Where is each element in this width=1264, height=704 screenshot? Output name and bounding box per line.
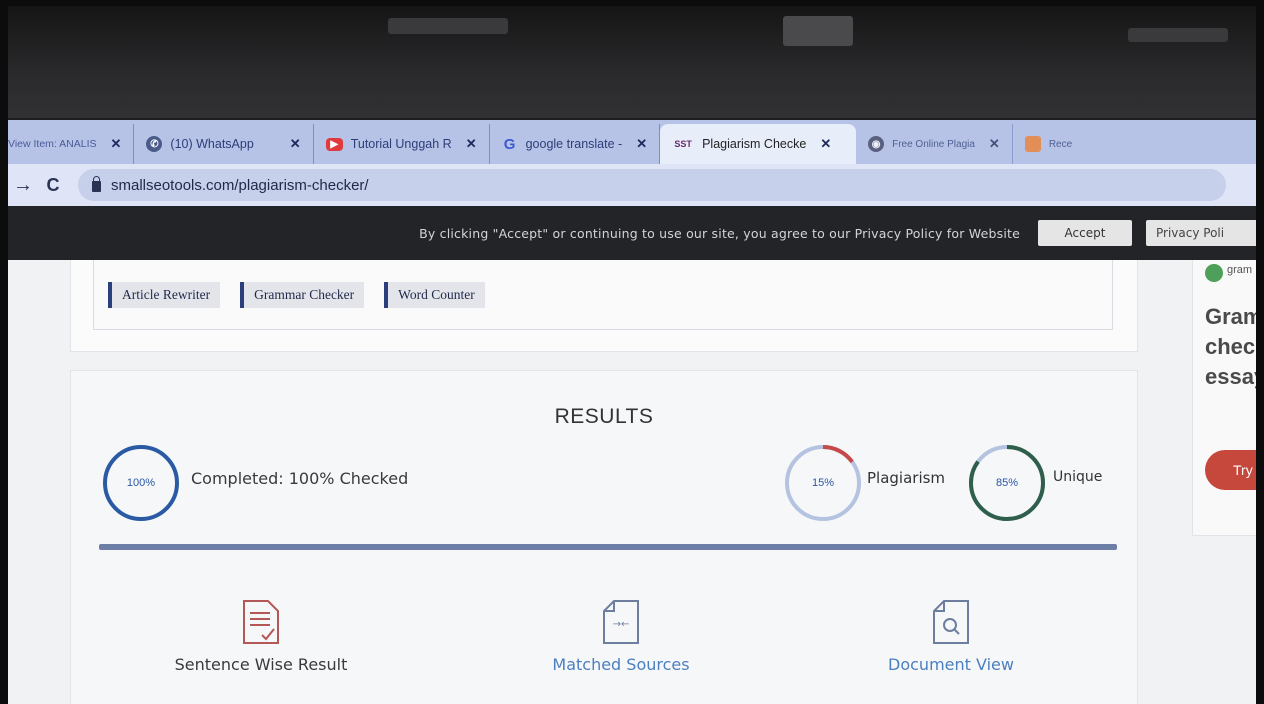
action-label: Document View <box>888 655 1014 674</box>
svg-text:→←: →← <box>613 619 630 630</box>
sentence-report-icon <box>243 600 279 644</box>
close-icon[interactable]: ✕ <box>290 136 301 152</box>
ad-headline-line: check <box>1205 334 1256 359</box>
related-tools-card: Article Rewriter Grammar Checker Word Co… <box>70 260 1138 352</box>
word-counter-link[interactable]: Word Counter <box>384 281 485 308</box>
tab-label: google translate - <box>525 137 623 151</box>
tab-rece[interactable]: Rece <box>1013 124 1084 164</box>
plagiarism-percent: 15% <box>811 477 835 489</box>
plagiarism-label: Plagiarism <box>867 469 946 487</box>
overall-progress-bar <box>99 544 1117 550</box>
tab-label: Plagiarism Checke <box>702 137 807 151</box>
close-icon[interactable]: ✕ <box>820 136 831 152</box>
cookie-banner: By clicking "Accept" or continuing to us… <box>8 206 1256 260</box>
tab-label: Tutorial Unggah R <box>350 137 452 151</box>
completed-percent: 100% <box>126 477 156 489</box>
matched-sources-icon: →← <box>603 600 639 644</box>
lock-icon <box>92 175 101 192</box>
privacy-policy-button[interactable]: Privacy Poli <box>1146 220 1256 246</box>
url-input[interactable]: smallseotools.com/plagiarism-checker/ <box>78 169 1226 201</box>
tab-whatsapp[interactable]: ✆ (10) WhatsApp ✕ <box>134 124 314 164</box>
tab-plagiarism-checker[interactable]: SST Plagiarism Checke ✕ <box>660 124 857 164</box>
ad-headline-line: Gramr <box>1205 304 1256 329</box>
globe-icon: ◉ <box>868 136 885 152</box>
action-label: Sentence Wise Result <box>174 655 348 674</box>
reload-icon[interactable]: C <box>38 175 68 196</box>
close-icon[interactable]: ✕ <box>111 136 122 152</box>
page-content: Article Rewriter Grammar Checker Word Co… <box>8 260 1256 704</box>
grammarly-logo-icon <box>1205 264 1223 282</box>
url-text: smallseotools.com/plagiarism-checker/ <box>111 176 369 194</box>
tab-google-translate[interactable]: G google translate - ✕ <box>490 124 661 164</box>
browser-tab-strip: View Item: ANALIS ✕ ✆ (10) WhatsApp ✕ ▶ … <box>8 120 1256 164</box>
action-label: Matched Sources <box>552 655 690 674</box>
tab-label: (10) WhatsApp <box>170 137 254 151</box>
close-icon[interactable]: ✕ <box>989 136 1000 152</box>
tab-label: View Item: ANALIS <box>8 138 97 150</box>
try-button[interactable]: Try <box>1205 450 1256 490</box>
address-bar: → C smallseotools.com/plagiarism-checker… <box>8 164 1256 206</box>
matched-sources-button[interactable]: →← Matched Sources <box>501 599 741 675</box>
forward-arrow-icon[interactable]: → <box>8 174 38 197</box>
screen: View Item: ANALIS ✕ ✆ (10) WhatsApp ✕ ▶ … <box>8 6 1256 704</box>
dark-monitor-area <box>8 6 1256 118</box>
article-rewriter-link[interactable]: Article Rewriter <box>108 281 221 308</box>
results-card: RESULTS 100% Completed: 100% Checked 15%… <box>70 370 1138 704</box>
ad-headline: Gramr check essay <box>1205 302 1256 392</box>
grammar-checker-link[interactable]: Grammar Checker <box>240 281 365 308</box>
tab-view-item[interactable]: View Item: ANALIS ✕ <box>8 124 135 164</box>
close-icon[interactable]: ✕ <box>636 136 647 152</box>
document-view-button[interactable]: Document View <box>831 599 1071 675</box>
unique-percent: 85% <box>995 477 1019 489</box>
ad-brand: gram <box>1227 264 1253 276</box>
tab-free-online-plagiarism[interactable]: ◉ Free Online Plagia ✕ <box>856 124 1013 164</box>
results-title: RESULTS <box>554 405 654 428</box>
tools-row: Article Rewriter Grammar Checker Word Co… <box>93 260 1113 330</box>
youtube-icon: ▶ <box>325 137 343 151</box>
ad-headline-line: essay <box>1205 364 1256 389</box>
completed-label: Completed: 100% Checked <box>191 469 409 488</box>
close-icon[interactable]: ✕ <box>466 136 477 152</box>
whatsapp-icon: ✆ <box>146 136 163 152</box>
google-icon: G <box>503 135 516 153</box>
cookie-text: By clicking "Accept" or continuing to us… <box>419 225 1020 241</box>
tab-label: Rece <box>1048 138 1073 150</box>
tab-tutorial[interactable]: ▶ Tutorial Unggah R ✕ <box>314 124 490 164</box>
unique-label: Unique <box>1053 469 1103 485</box>
tab-label: Free Online Plagia <box>892 138 975 150</box>
sentence-wise-result-button[interactable]: Sentence Wise Result <box>141 599 381 675</box>
accept-button[interactable]: Accept <box>1038 220 1132 246</box>
document-search-icon <box>933 600 969 644</box>
orange-app-icon <box>1024 136 1041 152</box>
grammarly-side-ad[interactable]: gram Gramr check essay Try <box>1192 260 1256 536</box>
sst-icon: SST <box>674 139 692 149</box>
